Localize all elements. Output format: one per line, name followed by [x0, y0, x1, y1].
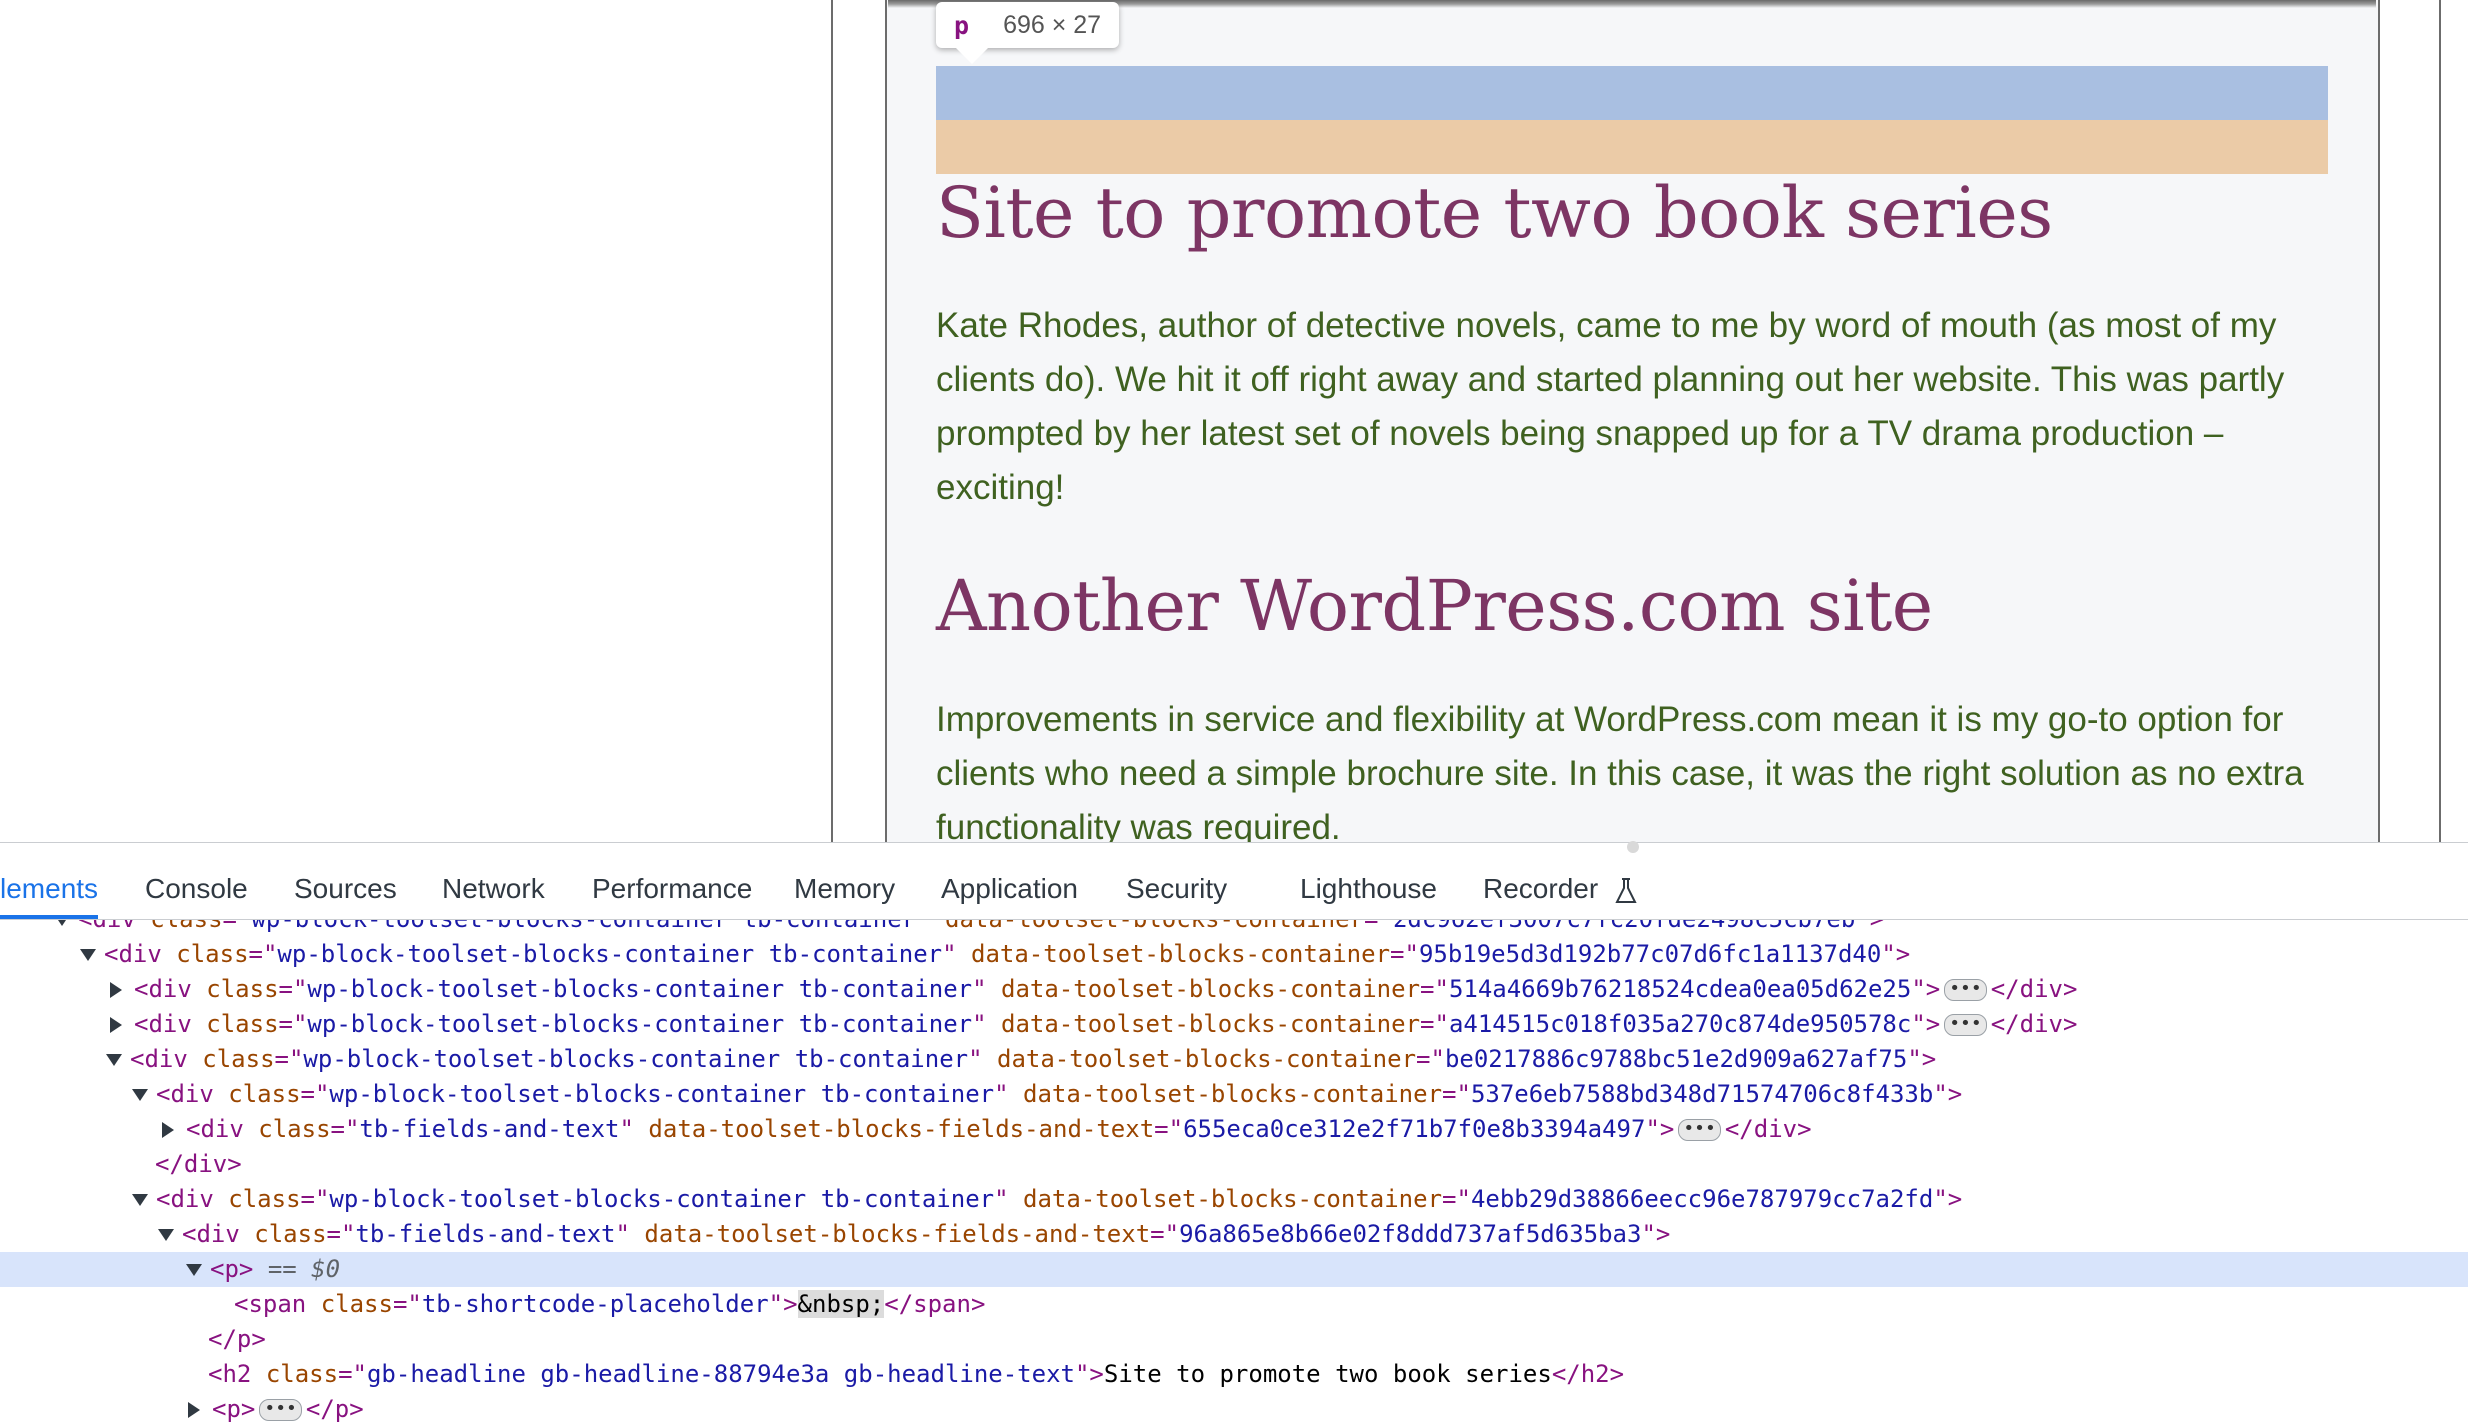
browser-viewport: p 696 × 27 Site to promote two book seri… — [0, 0, 2468, 842]
expand-closed-icon[interactable] — [110, 982, 122, 998]
tooltip-tag: p — [954, 10, 970, 40]
page-heading-2: Another WordPress.com site — [936, 565, 1933, 647]
collapsed-ellipsis[interactable]: ••• — [259, 1399, 302, 1421]
tab-recorder[interactable]: Recorder — [1483, 859, 1638, 919]
dom-row[interactable]: <div class="wp-block-toolset-blocks-cont… — [0, 972, 2468, 1007]
dom-tree: <div class="wp-block-toolset-blocks-cont… — [0, 920, 2468, 1427]
tab-console[interactable]: Console — [145, 859, 248, 919]
dom-row[interactable]: <div class="wp-block-toolset-blocks-cont… — [0, 1042, 2468, 1077]
expand-open-icon[interactable] — [132, 1089, 148, 1101]
expand-open-icon[interactable] — [186, 1264, 202, 1276]
expand-closed-icon[interactable] — [188, 1402, 200, 1418]
flask-icon — [1615, 877, 1637, 903]
tab-recorder-label: Recorder — [1483, 873, 1599, 904]
dom-row[interactable]: <div class="wp-block-toolset-blocks-cont… — [0, 937, 2468, 972]
tab-security[interactable]: Security — [1126, 859, 1227, 919]
dom-row[interactable]: <div class="wp-block-toolset-blocks-cont… — [0, 1077, 2468, 1112]
tab-elements[interactable]: lements — [0, 859, 99, 919]
dom-row[interactable]: <div class="wp-block-toolset-blocks-cont… — [0, 1007, 2468, 1042]
expand-open-icon[interactable] — [158, 1229, 174, 1241]
expand-open-icon[interactable] — [80, 949, 96, 961]
tab-performance[interactable]: Performance — [592, 859, 752, 919]
page-paragraph-1: Kate Rhodes, author of detective novels,… — [936, 306, 2285, 507]
dom-row[interactable]: <h2 class="gb-headline gb-headline-88794… — [0, 1357, 2468, 1392]
dom-row[interactable]: <div class="wp-block-toolset-blocks-cont… — [0, 920, 2468, 937]
collapsed-ellipsis[interactable]: ••• — [1678, 1119, 1721, 1141]
page-heading-1: Site to promote two book series — [936, 172, 2053, 254]
inspect-highlight-margin — [936, 120, 2328, 174]
inspect-highlight-content — [936, 66, 2328, 120]
devtools-panel: lements Console Sources Network Performa… — [0, 841, 2468, 1427]
dom-row[interactable]: <p> ••• </p> — [0, 1392, 2468, 1427]
dom-row[interactable]: <div class="tb-fields-and-text" data-too… — [0, 1112, 2468, 1147]
tab-lighthouse[interactable]: Lighthouse — [1300, 859, 1437, 919]
dom-row[interactable]: </div> — [0, 1147, 2468, 1182]
dom-row[interactable]: <div class="wp-block-toolset-blocks-cont… — [0, 1182, 2468, 1217]
tab-memory[interactable]: Memory — [794, 859, 895, 919]
dom-row[interactable]: <span class="tb-shortcode-placeholder">&… — [0, 1287, 2468, 1322]
inspect-tooltip: p 696 × 27 — [936, 2, 1120, 64]
tooltip-size: 696 × 27 — [1003, 10, 1102, 39]
dom-row[interactable]: <div class="tb-fields-and-text" data-too… — [0, 1217, 2468, 1252]
expand-open-icon[interactable] — [132, 1194, 148, 1206]
dom-row[interactable]: </p> — [0, 1322, 2468, 1357]
collapsed-ellipsis[interactable]: ••• — [1944, 1014, 1987, 1036]
expand-open-icon[interactable] — [106, 1054, 122, 1066]
expand-closed-icon[interactable] — [110, 1017, 122, 1033]
dom-row-selected[interactable]: <p> == $0 — [0, 1252, 2468, 1287]
page-paragraph-2: Improvements in service and flexibility … — [936, 700, 2304, 842]
tab-application[interactable]: Application — [941, 859, 1078, 919]
collapsed-ellipsis[interactable]: ••• — [1944, 979, 1987, 1001]
tab-network[interactable]: Network — [442, 859, 545, 919]
resize-handle[interactable] — [1627, 841, 1639, 853]
tab-sources[interactable]: Sources — [294, 859, 397, 919]
expand-open-icon[interactable] — [54, 920, 70, 926]
devtools-tabbar: lements Console Sources Network Performa… — [0, 859, 2468, 920]
expand-closed-icon[interactable] — [162, 1122, 174, 1138]
